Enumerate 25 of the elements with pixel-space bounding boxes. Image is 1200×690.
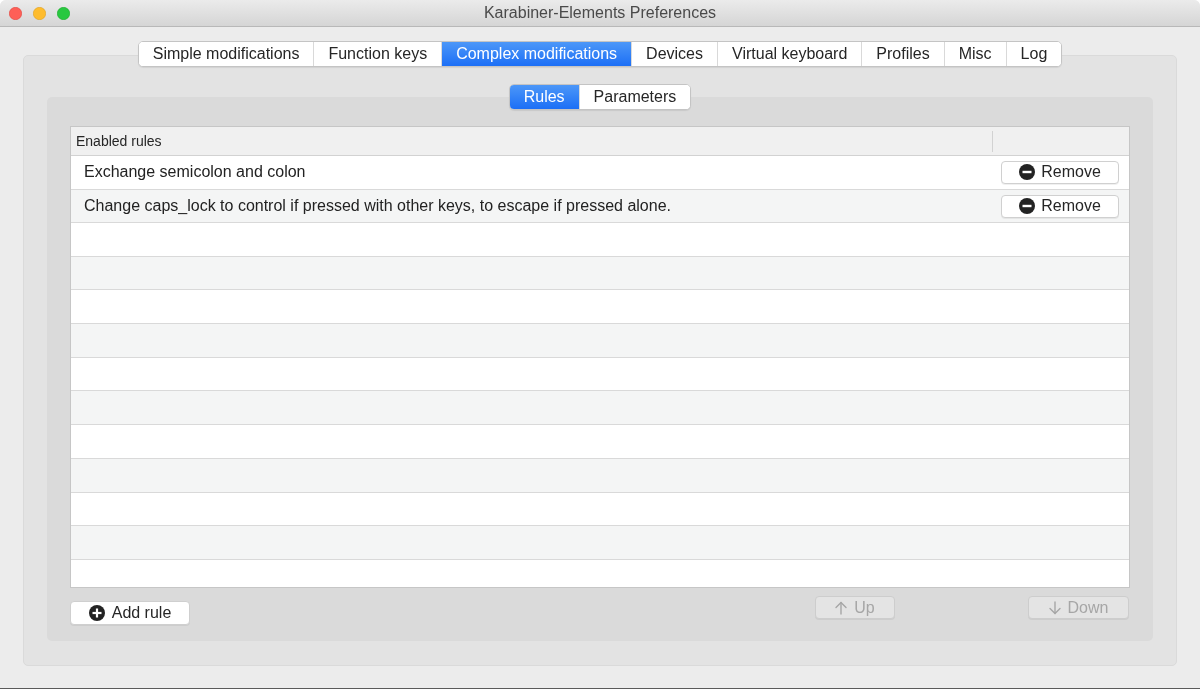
tab[interactable]: Log [1006,42,1062,66]
arrow-down-icon [1048,600,1061,615]
tab[interactable]: Virtual keyboard [718,42,863,66]
tab[interactable]: Simple modifications [138,42,315,66]
remove-button[interactable]: Remove [1001,194,1119,218]
close-icon[interactable] [9,6,22,20]
arrow-up-icon [835,600,848,615]
tab[interactable]: Devices [632,42,718,66]
add-rule-button[interactable]: Add rule [70,601,190,625]
tab[interactable]: Misc [944,42,1007,66]
window-title: Karabiner-Elements Preferences [483,4,717,22]
minus-circle-icon [1019,164,1036,181]
rule-description: Exchange semicolon and colon [84,163,306,182]
remove-button[interactable]: Remove [1001,160,1119,184]
maximize-icon[interactable] [57,6,70,20]
column-header: Enabled rules [75,133,162,149]
segment-tab[interactable]: Rules [509,85,580,109]
minus-circle-icon [1019,198,1036,215]
rule-description: Change caps_lock to control if pressed with other keys, to escape if pressed alone. [84,197,671,216]
minimize-icon[interactable] [33,6,46,20]
tab[interactable]: Complex modifications [442,42,633,66]
plus-circle-icon [88,605,105,621]
tab[interactable]: Function keys [314,42,443,66]
segment-tab[interactable]: Parameters [579,85,691,109]
tab[interactable]: Profiles [862,42,945,66]
